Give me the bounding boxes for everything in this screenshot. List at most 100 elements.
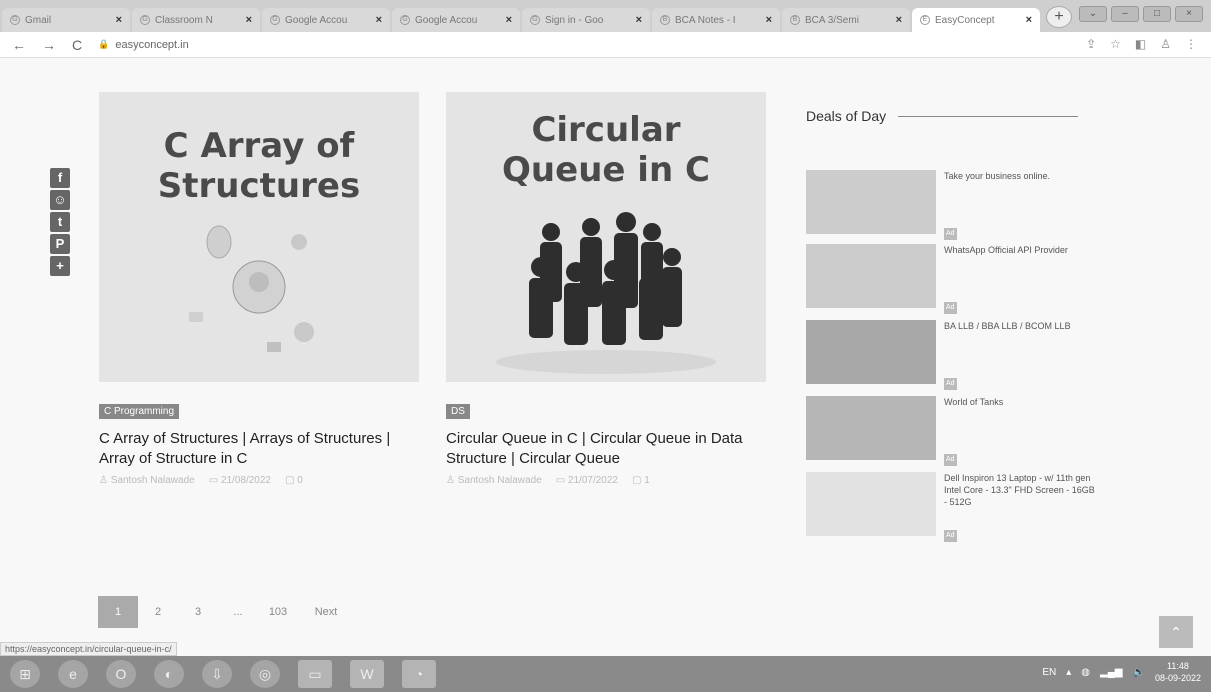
minimize-icon[interactable]: – xyxy=(1111,6,1139,22)
category-badge[interactable]: C Programming xyxy=(99,404,180,419)
file-explorer-icon[interactable]: ▭ xyxy=(298,660,332,688)
page-3-button[interactable]: 3 xyxy=(178,596,218,628)
post-thumbnail[interactable]: C Array of Structures xyxy=(99,92,419,382)
new-tab-button[interactable]: + xyxy=(1046,6,1072,28)
profile-icon[interactable]: ♙ xyxy=(1160,37,1171,51)
post-thumbnail[interactable]: Circular Queue in C xyxy=(446,92,766,382)
ad-badge-icon: Ad xyxy=(944,227,1050,240)
tab-google-account-1[interactable]: G Google Accou × xyxy=(262,8,390,32)
chrome-icon[interactable]: ◎ xyxy=(250,660,280,688)
tab-bca-sem[interactable]: B BCA 3/Semi × xyxy=(782,8,910,32)
deal-image[interactable] xyxy=(806,170,936,234)
download-icon[interactable]: ⇩ xyxy=(202,660,232,688)
signal-icon[interactable]: ▂▄▆ xyxy=(1100,667,1122,678)
google-icon: G xyxy=(140,15,150,25)
firefox-icon[interactable]: ◐ xyxy=(154,660,184,688)
volume-icon[interactable]: 🔈 xyxy=(1133,667,1145,678)
close-tab-icon[interactable]: × xyxy=(766,14,772,26)
close-tab-icon[interactable]: × xyxy=(636,14,642,26)
google-icon: G xyxy=(400,15,410,25)
opera-icon[interactable]: O xyxy=(106,660,136,688)
bookmark-star-icon[interactable]: ☆ xyxy=(1110,37,1121,51)
status-url: https://easyconcept.in/circular-queue-in… xyxy=(0,642,177,656)
close-tab-icon[interactable]: × xyxy=(246,14,252,26)
reload-icon[interactable]: C xyxy=(72,37,82,53)
next-page-button[interactable]: Next xyxy=(298,596,354,628)
scroll-to-top-button[interactable]: ⌃ xyxy=(1159,616,1193,648)
post-card: Circular Queue in C DS Circular Queue in… xyxy=(446,92,766,486)
tab-easyconcept[interactable]: E EasyConcept × xyxy=(912,8,1040,32)
facebook-icon[interactable]: f xyxy=(50,168,70,188)
post-comments[interactable]: ▢ 0 xyxy=(285,475,303,486)
start-button-icon[interactable]: ⊞ xyxy=(10,660,40,688)
app-icon[interactable]: ◔ xyxy=(402,660,436,688)
post-title[interactable]: Circular Queue in C | Circular Queue in … xyxy=(446,429,766,469)
language-indicator[interactable]: EN xyxy=(1042,667,1056,678)
deal-item[interactable]: WhatsApp Official API Provider Ad xyxy=(806,244,1096,316)
post-author[interactable]: ♙ Santosh Nalawade xyxy=(446,475,542,486)
more-share-icon[interactable]: + xyxy=(50,256,70,276)
deal-text: BA LLB / BBA LLB / BCOM LLB xyxy=(944,321,1071,331)
deal-image[interactable] xyxy=(806,320,936,384)
category-badge[interactable]: DS xyxy=(446,404,470,419)
address-bar: ← → C 🔒 easyconcept.in ⇪ ☆ ◧ ♙ ⋮ xyxy=(0,32,1211,58)
internet-explorer-icon[interactable]: e xyxy=(58,660,88,688)
deal-image[interactable] xyxy=(806,244,936,308)
google-icon: G xyxy=(10,15,20,25)
post-author[interactable]: ♙ Santosh Nalawade xyxy=(99,475,195,486)
deal-item[interactable]: Dell Inspiron 13 Laptop - w/ 11th gen In… xyxy=(806,472,1096,544)
post-comments[interactable]: ▢ 1 xyxy=(632,475,650,486)
close-tab-icon[interactable]: × xyxy=(116,14,122,26)
post-title[interactable]: C Array of Structures | Arrays of Struct… xyxy=(99,429,419,469)
share-page-icon[interactable]: ⇪ xyxy=(1086,37,1096,51)
url-field[interactable]: easyconcept.in xyxy=(115,39,188,51)
social-share-bar: f ☺ t P + xyxy=(50,168,70,276)
tab-gmail[interactable]: G Gmail × xyxy=(2,8,130,32)
page-103-button[interactable]: 103 xyxy=(258,596,298,628)
window-controls: ⌄ – □ × xyxy=(1079,6,1203,22)
menu-kebab-icon[interactable]: ⋮ xyxy=(1185,37,1197,51)
close-tab-icon[interactable]: × xyxy=(896,14,902,26)
whatsapp-icon[interactable]: ☺ xyxy=(50,190,70,210)
site-icon: B xyxy=(790,15,800,25)
tab-sign-in[interactable]: G Sign in - Goo × xyxy=(522,8,650,32)
deal-image[interactable] xyxy=(806,472,936,536)
clock[interactable]: 11:48 08-09-2022 xyxy=(1155,660,1201,684)
sidebar-title: Deals of Day xyxy=(806,108,1079,124)
ad-badge-icon: Ad xyxy=(944,377,1071,390)
network-icon[interactable]: ◍ xyxy=(1081,667,1090,678)
deal-text: WhatsApp Official API Provider xyxy=(944,245,1068,255)
pinterest-icon[interactable]: P xyxy=(50,234,70,254)
google-icon: G xyxy=(270,15,280,25)
twitter-icon[interactable]: t xyxy=(50,212,70,232)
deal-item[interactable]: BA LLB / BBA LLB / BCOM LLB Ad xyxy=(806,320,1096,392)
back-icon[interactable]: ← xyxy=(12,37,26,53)
close-tab-icon[interactable]: × xyxy=(376,14,382,26)
maximize-icon[interactable]: □ xyxy=(1143,6,1171,22)
page-1-button[interactable]: 1 xyxy=(98,596,138,628)
deal-text: World of Tanks xyxy=(944,397,1004,407)
word-icon[interactable]: W xyxy=(350,660,384,688)
deal-item[interactable]: World of Tanks Ad xyxy=(806,396,1096,468)
page-2-button[interactable]: 2 xyxy=(138,596,178,628)
forward-icon[interactable]: → xyxy=(42,37,56,53)
post-meta: ♙ Santosh Nalawade ▭ 21/07/2022 ▢ 1 xyxy=(446,475,766,486)
post-card: C Array of Structures C Programming C Ar… xyxy=(99,92,419,486)
people-queue-icon xyxy=(496,212,716,374)
ad-badge-icon: Ad xyxy=(944,453,1003,466)
lock-icon[interactable]: 🔒 xyxy=(98,39,109,50)
tab-classroom[interactable]: G Classroom N × xyxy=(132,8,260,32)
tray-arrow-icon[interactable]: ▴ xyxy=(1066,667,1071,678)
post-date: ▭ 21/08/2022 xyxy=(208,475,271,486)
deal-image[interactable] xyxy=(806,396,936,460)
close-tab-icon[interactable]: × xyxy=(1026,14,1032,26)
close-window-icon[interactable]: × xyxy=(1175,6,1203,22)
side-panel-icon[interactable]: ◧ xyxy=(1135,37,1146,51)
tab-search-icon[interactable]: ⌄ xyxy=(1079,6,1107,22)
tab-bca-notes[interactable]: B BCA Notes - I × xyxy=(652,8,780,32)
close-tab-icon[interactable]: × xyxy=(506,14,512,26)
tab-google-account-2[interactable]: G Google Accou × xyxy=(392,8,520,32)
deal-text: Take your business online. xyxy=(944,171,1051,181)
deal-item[interactable]: Take your business online. Ad xyxy=(806,170,1096,242)
pagination: 1 2 3 ... 103 Next xyxy=(98,596,354,628)
